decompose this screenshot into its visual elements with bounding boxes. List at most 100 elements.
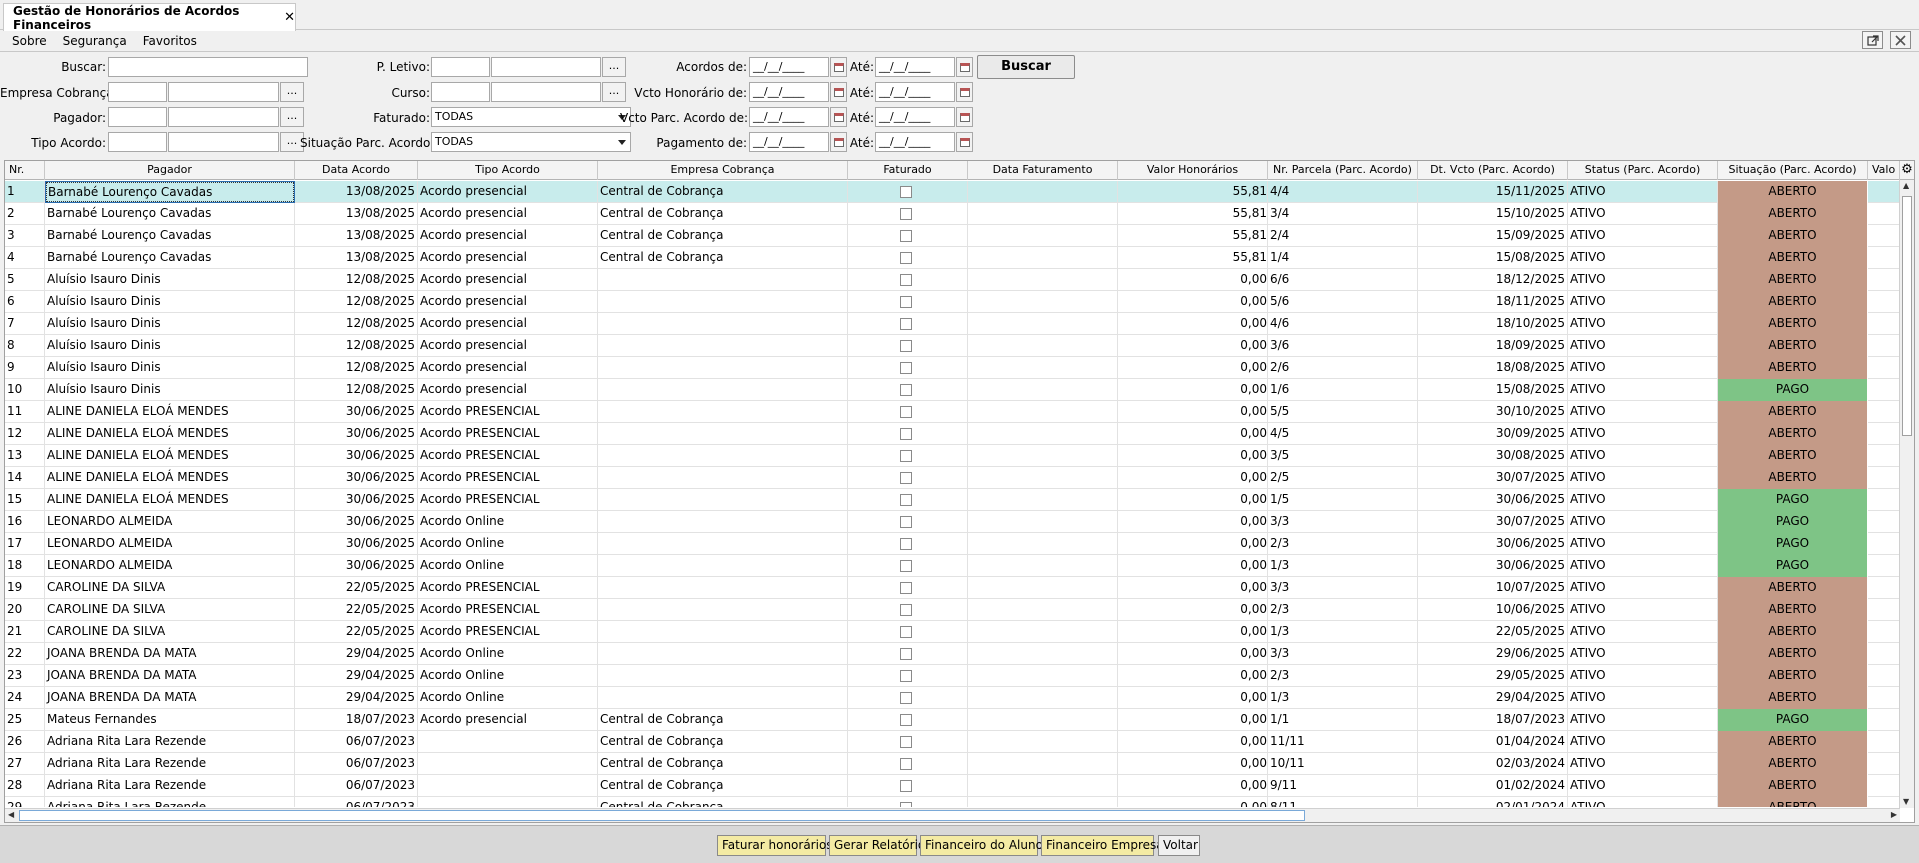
cell-status[interactable]: ATIVO (1568, 599, 1718, 621)
cell-valor-honorarios[interactable]: 0,00 (1118, 291, 1268, 313)
cell-dt-vcto[interactable]: 30/08/2025 (1418, 445, 1568, 467)
cell-dt-vcto[interactable]: 10/06/2025 (1418, 599, 1568, 621)
cell-status[interactable]: ATIVO (1568, 291, 1718, 313)
cell-status[interactable]: ATIVO (1568, 665, 1718, 687)
cell-data-faturamento[interactable] (968, 753, 1118, 775)
col-header-data-acordo[interactable]: Data Acordo (295, 161, 418, 180)
cell-valor-partial[interactable] (1868, 379, 1900, 401)
cell-pagador[interactable]: LEONARDO ALMEIDA (45, 511, 295, 533)
cell-nr[interactable]: 3 (5, 225, 45, 247)
cell-data-acordo[interactable]: 12/08/2025 (295, 269, 418, 291)
calendar-icon[interactable] (830, 82, 847, 102)
cell-status[interactable]: ATIVO (1568, 731, 1718, 753)
cell-valor-honorarios[interactable]: 0,00 (1118, 489, 1268, 511)
cell-nr[interactable]: 16 (5, 511, 45, 533)
cell-dt-vcto[interactable]: 30/10/2025 (1418, 401, 1568, 423)
cell-nr-parcela[interactable]: 2/3 (1268, 533, 1418, 555)
calendar-icon[interactable] (830, 132, 847, 152)
cell-nr-parcela[interactable]: 2/3 (1268, 599, 1418, 621)
cell-pagador[interactable]: Adriana Rita Lara Rezende (45, 753, 295, 775)
cell-faturado[interactable] (848, 203, 968, 225)
table-row[interactable]: 1 Barnabé Lourenço Cavadas 13/08/2025 Acord… (5, 181, 1900, 203)
cell-situacao[interactable]: ABERTO (1718, 577, 1868, 599)
cell-data-faturamento[interactable] (968, 555, 1118, 577)
cell-status[interactable]: ATIVO (1568, 247, 1718, 269)
cell-pagador[interactable]: CAROLINE DA SILVA (45, 577, 295, 599)
cell-dt-vcto[interactable]: 22/05/2025 (1418, 621, 1568, 643)
cell-nr-parcela[interactable]: 11/11 (1268, 731, 1418, 753)
cell-nr-parcela[interactable]: 3/3 (1268, 511, 1418, 533)
cell-status[interactable]: ATIVO (1568, 225, 1718, 247)
cell-nr[interactable]: 23 (5, 665, 45, 687)
cell-data-acordo[interactable]: 13/08/2025 (295, 247, 418, 269)
cell-faturado[interactable] (848, 687, 968, 709)
vcto-honorario-ate-input[interactable]: __/__/____ (875, 82, 955, 102)
col-header-faturado[interactable]: Faturado (848, 161, 968, 180)
calendar-icon[interactable] (956, 82, 973, 102)
cell-nr[interactable]: 2 (5, 203, 45, 225)
cell-data-faturamento[interactable] (968, 489, 1118, 511)
cell-tipo-acordo[interactable]: Acordo Online (418, 643, 598, 665)
cell-valor-honorarios[interactable]: 0,00 (1118, 533, 1268, 555)
cell-dt-vcto[interactable]: 10/07/2025 (1418, 577, 1568, 599)
cell-empresa-cobranca[interactable]: Central de Cobrança (598, 731, 848, 753)
calendar-icon[interactable] (830, 107, 847, 127)
table-row[interactable]: 2 Barnabé Lourenço Cavadas 13/08/2025 Acord… (5, 203, 1900, 225)
cell-situacao[interactable]: ABERTO (1718, 643, 1868, 665)
cell-pagador[interactable]: JOANA BRENDA DA MATA (45, 665, 295, 687)
cell-valor-honorarios[interactable]: 0,00 (1118, 709, 1268, 731)
cell-tipo-acordo[interactable]: Acordo Online (418, 533, 598, 555)
col-header-data-faturamento[interactable]: Data Faturamento (968, 161, 1118, 180)
cell-data-faturamento[interactable] (968, 379, 1118, 401)
faturado-checkbox[interactable] (900, 780, 912, 792)
cell-status[interactable]: ATIVO (1568, 445, 1718, 467)
cell-pagador[interactable]: ALINE DANIELA ELOÁ MENDES (45, 467, 295, 489)
cell-dt-vcto[interactable]: 18/07/2023 (1418, 709, 1568, 731)
cell-data-acordo[interactable]: 30/06/2025 (295, 423, 418, 445)
cell-status[interactable]: ATIVO (1568, 775, 1718, 797)
faturado-checkbox[interactable] (900, 758, 912, 770)
cell-situacao[interactable]: ABERTO (1718, 687, 1868, 709)
calendar-icon[interactable] (956, 132, 973, 152)
cell-valor-partial[interactable] (1868, 731, 1900, 753)
cell-data-acordo[interactable]: 13/08/2025 (295, 181, 418, 203)
cell-tipo-acordo[interactable]: Acordo PRESENCIAL (418, 489, 598, 511)
cell-valor-partial[interactable] (1868, 357, 1900, 379)
cell-pagador[interactable]: CAROLINE DA SILVA (45, 599, 295, 621)
cell-data-acordo[interactable]: 22/05/2025 (295, 621, 418, 643)
cell-data-faturamento[interactable] (968, 643, 1118, 665)
cell-faturado[interactable] (848, 797, 968, 807)
cell-situacao[interactable]: ABERTO (1718, 203, 1868, 225)
cell-valor-partial[interactable] (1868, 269, 1900, 291)
table-row[interactable]: 4 Barnabé Lourenço Cavadas 13/08/2025 Acord… (5, 247, 1900, 269)
cell-tipo-acordo[interactable]: Acordo PRESENCIAL (418, 599, 598, 621)
cell-tipo-acordo[interactable] (418, 775, 598, 797)
cell-nr-parcela[interactable]: 4/5 (1268, 423, 1418, 445)
faturado-checkbox[interactable] (900, 428, 912, 440)
cell-nr[interactable]: 21 (5, 621, 45, 643)
col-header-pagador[interactable]: Pagador (45, 161, 295, 180)
cell-pagador[interactable]: ALINE DANIELA ELOÁ MENDES (45, 489, 295, 511)
cell-dt-vcto[interactable]: 30/07/2025 (1418, 511, 1568, 533)
cell-data-faturamento[interactable] (968, 599, 1118, 621)
cell-dt-vcto[interactable]: 30/06/2025 (1418, 489, 1568, 511)
pagamento-ate-input[interactable]: __/__/____ (875, 132, 955, 152)
cell-nr-parcela[interactable]: 3/4 (1268, 203, 1418, 225)
cell-data-acordo[interactable]: 29/04/2025 (295, 643, 418, 665)
col-header-valor-honorarios[interactable]: Valor Honorários (1118, 161, 1268, 180)
cell-nr-parcela[interactable]: 3/3 (1268, 577, 1418, 599)
cell-empresa-cobranca[interactable] (598, 313, 848, 335)
table-row[interactable]: 11 ALINE DANIELA ELOÁ MENDES 30/06/2025 Aco… (5, 401, 1900, 423)
cell-dt-vcto[interactable]: 18/12/2025 (1418, 269, 1568, 291)
cell-situacao[interactable]: ABERTO (1718, 181, 1868, 203)
cell-nr-parcela[interactable]: 10/11 (1268, 753, 1418, 775)
cell-dt-vcto[interactable]: 15/11/2025 (1418, 181, 1568, 203)
cell-nr-parcela[interactable]: 1/4 (1268, 247, 1418, 269)
cell-tipo-acordo[interactable]: Acordo presencial (418, 181, 598, 203)
cell-situacao[interactable]: ABERTO (1718, 401, 1868, 423)
cell-faturado[interactable] (848, 225, 968, 247)
cell-faturado[interactable] (848, 709, 968, 731)
cell-nr[interactable]: 22 (5, 643, 45, 665)
cell-valor-honorarios[interactable]: 55,81 (1118, 247, 1268, 269)
cell-nr[interactable]: 4 (5, 247, 45, 269)
